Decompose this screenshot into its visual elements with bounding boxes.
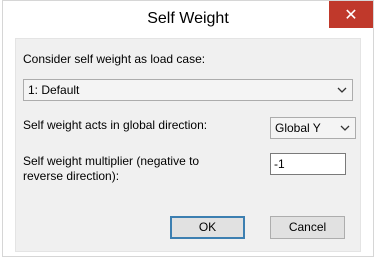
self-weight-dialog: Self Weight ✕ Consider self weight as lo… [2, 0, 374, 257]
load-case-label: Consider self weight as load case: [23, 52, 206, 66]
close-icon: ✕ [344, 6, 358, 24]
direction-label: Self weight acts in global direction: [23, 118, 208, 132]
cancel-button[interactable]: Cancel [270, 216, 345, 239]
load-case-value: 1: Default [28, 83, 80, 97]
direction-value: Global Y [275, 121, 321, 135]
dialog-title: Self Weight [147, 10, 229, 27]
multiplier-input[interactable]: -1 [270, 153, 346, 175]
close-button[interactable]: ✕ [329, 1, 373, 28]
direction-select[interactable]: Global Y [270, 117, 356, 139]
multiplier-label-line1: Self weight multiplier (negative to [23, 154, 200, 168]
dialog-body: Consider self weight as load case: 1: De… [15, 38, 361, 252]
multiplier-value: -1 [274, 157, 285, 171]
chevron-down-icon [340, 125, 350, 131]
cancel-button-label: Cancel [288, 220, 327, 234]
multiplier-label-line2: reverse direction): [23, 169, 120, 183]
title-bar: Self Weight ✕ [3, 1, 373, 37]
ok-button[interactable]: OK [170, 216, 245, 239]
load-case-select[interactable]: 1: Default [23, 79, 353, 101]
ok-button-label: OK [198, 220, 217, 234]
chevron-down-icon [337, 87, 347, 93]
